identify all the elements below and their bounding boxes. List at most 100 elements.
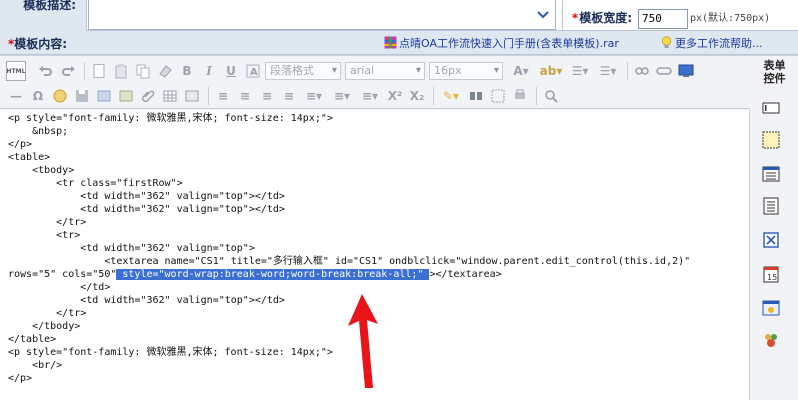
special-char-icon[interactable]: Ω [28, 86, 48, 106]
manual-download-link[interactable]: 点晴OA工作流快速入门手册(含表单模板).rar [384, 35, 619, 51]
code-line: <tr class="firstRow"> [8, 178, 183, 189]
svg-text:15: 15 [767, 273, 777, 282]
code-line: <p style="font-family: 微软雅黑,宋体; font-siz… [8, 113, 333, 124]
rich-text-editor: HTML B I U A 段落格式 arial 16px A▾ ab▾ ☰▾ ☰… [0, 55, 798, 400]
redo-icon[interactable] [58, 61, 78, 81]
image-icon[interactable] [116, 86, 136, 106]
unordered-list-icon[interactable]: ☰▾ [595, 61, 621, 81]
undo-icon[interactable] [36, 61, 56, 81]
content-header-row: *模板内容: 点晴OA工作流快速入门手册(含表单模板).rar 更多工作流帮助.… [0, 31, 798, 55]
macro-control-icon[interactable] [761, 298, 781, 318]
source-html-button[interactable]: HTML [6, 61, 26, 81]
list-control-icon[interactable] [761, 196, 781, 216]
textarea-control-icon[interactable] [761, 130, 781, 150]
svg-text:A: A [250, 67, 258, 78]
align-center-icon[interactable]: ≡ [235, 86, 255, 106]
text-input-control-icon[interactable] [761, 98, 781, 118]
toolbar-separator [433, 87, 434, 105]
description-row: 模板描述: *模板宽度: 750 px(默认:750px) [0, 0, 798, 31]
code-line: <td width="362" valign="top"></td> [8, 191, 285, 202]
content-label: *模板内容: [8, 37, 68, 51]
code-line: <table> [8, 152, 51, 163]
code-line: <tr> [8, 230, 81, 241]
code-line: </table> [8, 334, 57, 345]
ordered-list-icon[interactable]: ☰▾ [567, 61, 593, 81]
outdent-icon[interactable]: ≡▾ [357, 86, 383, 106]
print-icon[interactable] [510, 86, 530, 106]
eraser-icon[interactable] [155, 61, 175, 81]
unlink-icon[interactable] [654, 61, 674, 81]
annotation-arrow-icon [348, 294, 378, 388]
bold-icon[interactable]: B [177, 61, 197, 81]
selected-text[interactable]: style="word-wrap:break-word;word-break:b… [116, 269, 430, 280]
code-line: </p> [8, 373, 33, 384]
emotion-icon[interactable] [50, 86, 70, 106]
save-icon[interactable] [72, 86, 92, 106]
code-line: <br/> [8, 360, 63, 371]
code-line: </tr> [8, 308, 87, 319]
strikethrough-icon[interactable]: A [243, 61, 263, 81]
toolbar-separator [84, 62, 85, 80]
more-help-link[interactable]: 更多工作流帮助... [660, 35, 763, 51]
lightbulb-icon [661, 36, 672, 48]
code-line: </td> [8, 282, 111, 293]
select-control-icon[interactable] [761, 164, 781, 184]
code-line: rows="5" cols="50" style="word-wrap:brea… [8, 269, 502, 280]
toolbar-row-1: HTML B I U A 段落格式 arial 16px A▾ ab▾ ☰▾ ☰… [6, 59, 698, 83]
preview-icon[interactable] [676, 61, 696, 81]
divider [562, 0, 563, 31]
calendar-control-icon[interactable]: 15 [761, 264, 781, 284]
table-icon[interactable] [160, 86, 180, 106]
align-right-icon[interactable]: ≡ [257, 86, 277, 106]
toolbar-row-2: — Ω ≡ ≡ ≡ ≡ ≡▾ ≡▾ ≡▾ X² X₂ ✎▾ [6, 84, 563, 108]
code-line: </tbody> [8, 321, 81, 332]
attachment-icon[interactable] [138, 86, 158, 106]
code-line: &nbsp; [8, 126, 69, 137]
code-line: </p> [8, 139, 33, 150]
code-line: <td width="362" valign="top"> [8, 243, 255, 254]
format-brush-icon[interactable]: ✎▾ [438, 86, 464, 106]
archive-icon [384, 36, 397, 49]
italic-icon[interactable]: I [199, 61, 219, 81]
description-textarea[interactable] [88, 0, 556, 30]
template-icon[interactable] [94, 86, 114, 106]
underline-icon[interactable]: U [221, 61, 241, 81]
code-line: <td width="362" valign="top"></td> [8, 204, 285, 215]
code-line: </tr> [8, 217, 87, 228]
form-controls-title: 表单 控件 [763, 59, 786, 85]
align-left-icon[interactable]: ≡ [213, 86, 233, 106]
indent-icon[interactable]: ≡▾ [329, 86, 355, 106]
select-all-icon[interactable] [488, 86, 508, 106]
line-height-icon[interactable]: ≡▾ [301, 86, 327, 106]
copy-icon[interactable] [133, 61, 153, 81]
checkbox-control-icon[interactable] [761, 230, 781, 250]
toolbar-separator [627, 62, 628, 80]
code-line: <td width="362" valign="top"></td> [8, 295, 285, 306]
toolbar-separator [208, 87, 209, 105]
user-control-icon[interactable] [761, 330, 781, 350]
editor-toolbar: HTML B I U A 段落格式 arial 16px A▾ ab▾ ☰▾ ☰… [0, 56, 750, 109]
search-icon[interactable] [541, 86, 561, 106]
code-icon[interactable] [182, 86, 202, 106]
paragraph-format-select[interactable]: 段落格式 [265, 62, 341, 80]
new-document-icon[interactable] [89, 61, 109, 81]
paste-icon[interactable] [111, 61, 131, 81]
font-family-select[interactable]: arial [345, 62, 425, 80]
toolbar-separator [536, 87, 537, 105]
font-size-select[interactable]: 16px [429, 62, 503, 80]
find-icon[interactable] [466, 86, 486, 106]
subscript-icon[interactable]: X₂ [407, 86, 427, 106]
code-line: <textarea name="CS1" title="多行输入框" id="C… [8, 256, 691, 267]
link-icon[interactable] [632, 61, 652, 81]
form-controls-panel: 表单 控件 15 [751, 56, 798, 400]
horizontal-rule-icon[interactable]: — [6, 86, 26, 106]
chevron-down-icon[interactable] [537, 9, 549, 21]
font-color-icon[interactable]: A▾ [507, 61, 535, 81]
align-justify-icon[interactable]: ≡ [279, 86, 299, 106]
width-input[interactable]: 750 [638, 9, 688, 29]
description-label: 模板描述: [0, 0, 87, 31]
width-label: *模板宽度: [571, 11, 632, 25]
highlight-color-icon[interactable]: ab▾ [537, 61, 565, 81]
width-hint: px(默认:750px) [690, 13, 771, 24]
superscript-icon[interactable]: X² [385, 86, 405, 106]
